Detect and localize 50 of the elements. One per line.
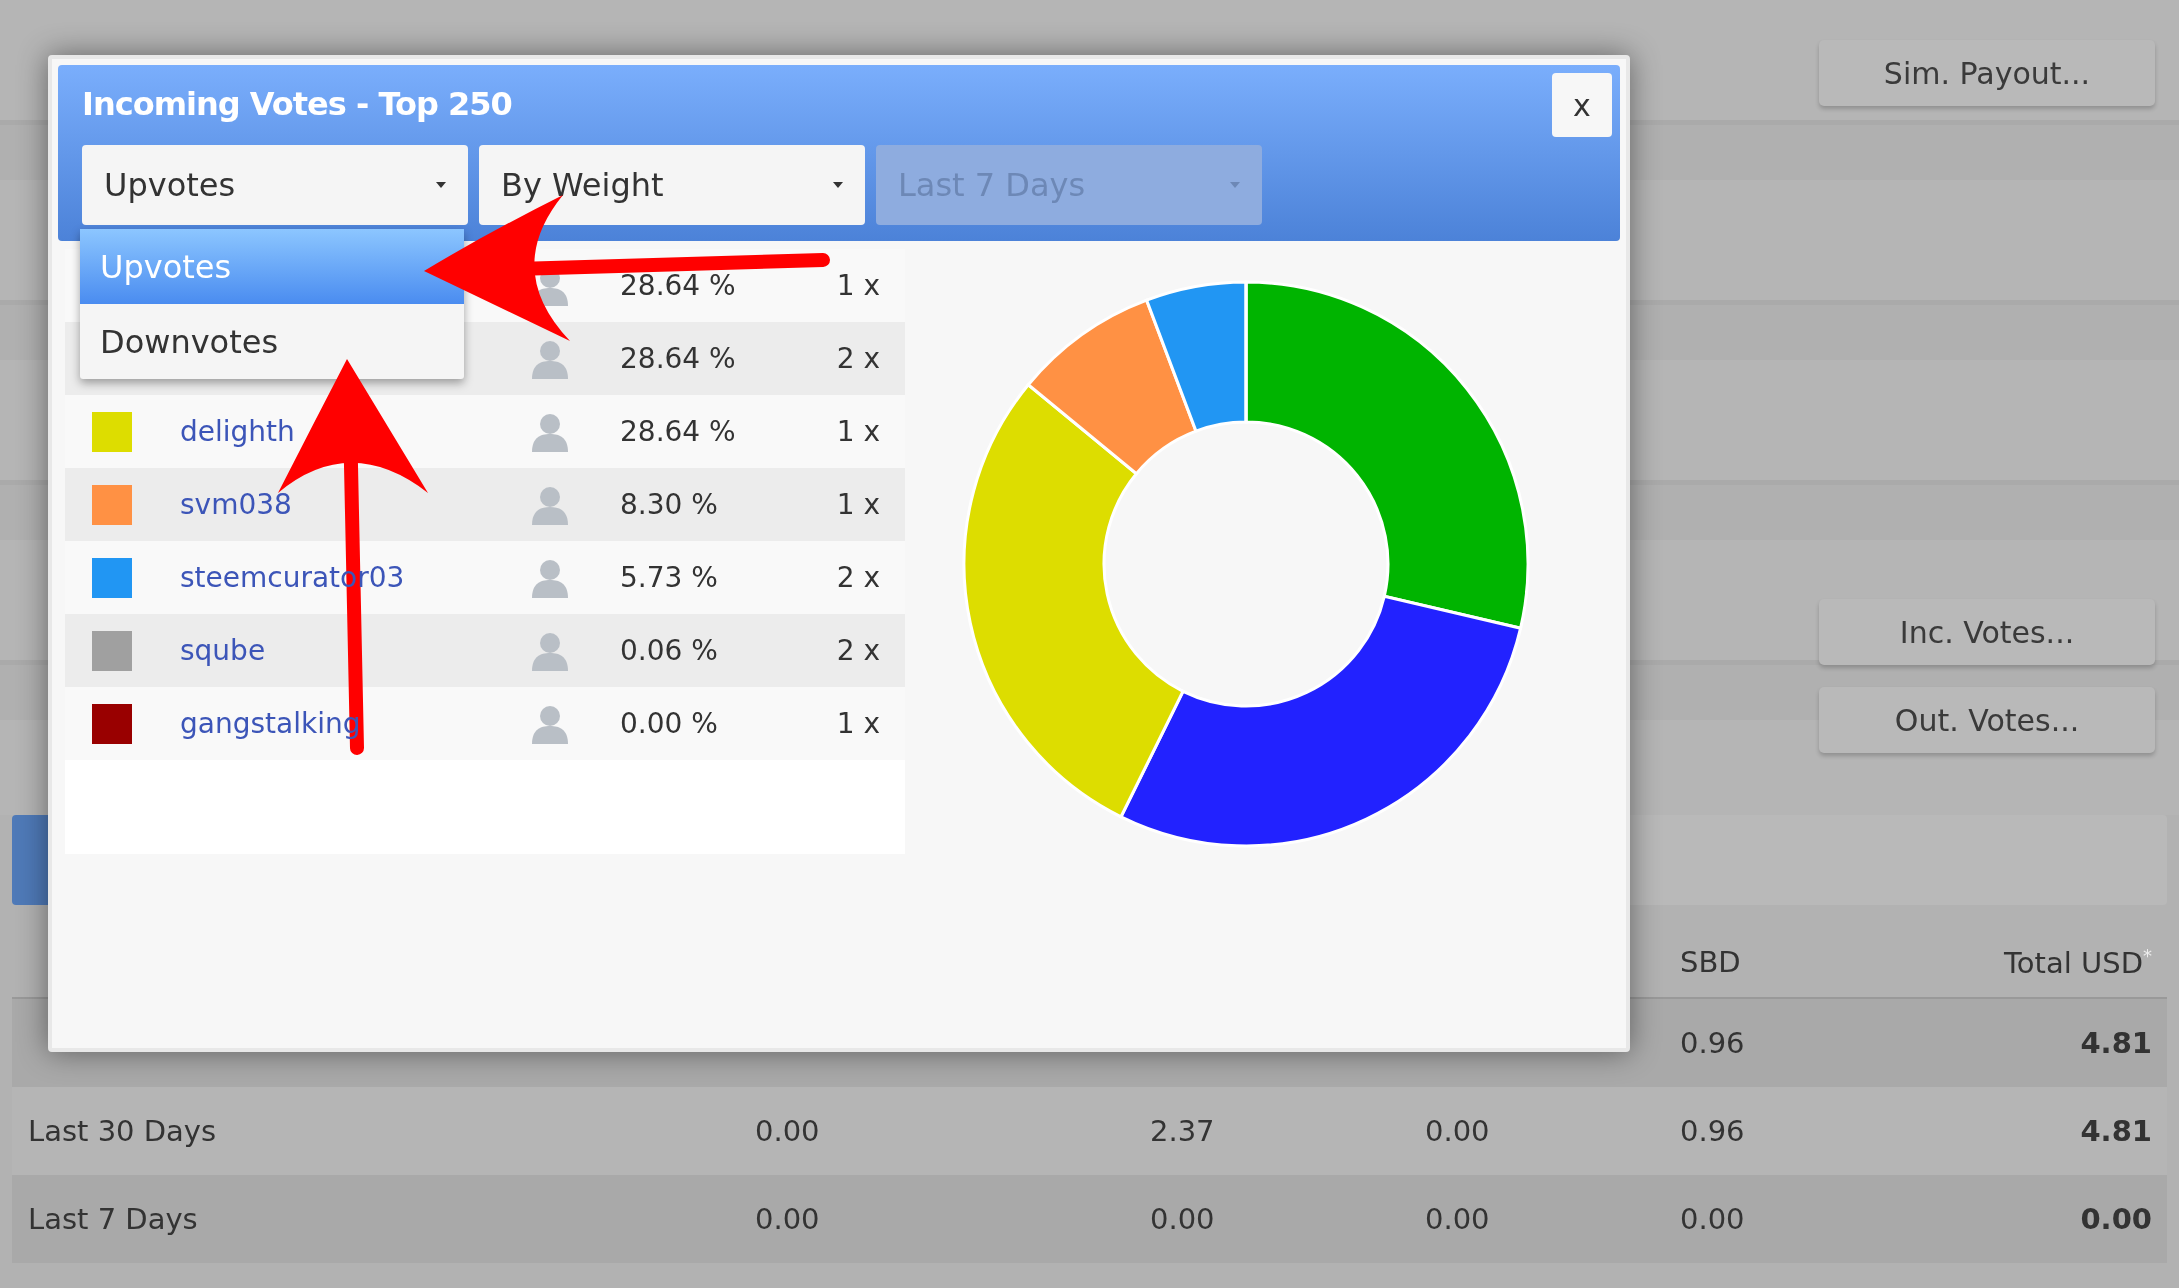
table-cell-text: 4.81: [2079, 1114, 2152, 1148]
close-button[interactable]: x: [1552, 73, 1612, 137]
vote-count: 1 x: [835, 488, 880, 521]
weight-percent: 28.64 %: [620, 342, 737, 375]
table-cell-text: 0.00: [1150, 1202, 1216, 1236]
user-icon: [530, 338, 570, 379]
column-header: SBD: [1680, 945, 1742, 979]
voter-link[interactable]: delighth: [180, 415, 295, 448]
weight-percent: 28.64 %: [620, 269, 737, 302]
vote-count: 1 x: [835, 269, 880, 302]
menu-item[interactable]: Downvotes: [80, 304, 464, 379]
table-cell-text: 0.00: [1425, 1114, 1491, 1148]
dialog-title: Incoming Votes - Top 250: [82, 85, 512, 123]
vote-count: 2 x: [835, 634, 880, 667]
vote-count: 2 x: [835, 342, 880, 375]
table-cell-text: 0.00: [1680, 1202, 1746, 1236]
voter-link[interactable]: sqube: [180, 634, 266, 667]
weight-percent: 0.06 %: [620, 634, 719, 667]
table-cell-text: 4.81: [2079, 1026, 2152, 1060]
vote-count: 2 x: [835, 561, 880, 594]
user-icon: [530, 557, 570, 598]
weight-percent: 0.00 %: [620, 707, 719, 740]
table-cell-text: 0.00: [755, 1202, 821, 1236]
user-icon: [530, 703, 570, 744]
dropdown[interactable]: Upvotes: [82, 145, 468, 225]
row-label: Last 7 Days: [28, 1202, 199, 1236]
table-cell-text: 0.96: [1680, 1114, 1746, 1148]
action-button[interactable]: Inc. Votes...: [1819, 599, 2155, 665]
table-cell-text: 2.37: [1150, 1114, 1216, 1148]
table-cell-text: 0.00: [2079, 1202, 2152, 1236]
user-icon: [530, 484, 570, 525]
vote-count: 1 x: [835, 707, 880, 740]
action-button[interactable]: Sim. Payout...: [1819, 40, 2155, 106]
user-icon: [530, 630, 570, 671]
user-icon: [530, 411, 570, 452]
row-label: Last 30 Days: [28, 1114, 218, 1148]
table-cell-text: 0.00: [1425, 1202, 1491, 1236]
caret-icon: [436, 182, 446, 188]
table-cell-text: 0.00: [755, 1114, 821, 1148]
weight-percent: 5.73 %: [620, 561, 719, 594]
caret-icon: [833, 182, 843, 188]
vote-count: 1 x: [835, 415, 880, 448]
table-cell-text: 0.96: [1680, 1026, 1746, 1060]
action-button[interactable]: Out. Votes...: [1819, 687, 2155, 753]
caret-icon: [1230, 182, 1240, 188]
dropdown[interactable]: By Weight: [479, 145, 865, 225]
voter-link[interactable]: svm038: [180, 488, 292, 521]
weight-percent: 8.30 %: [620, 488, 719, 521]
weight-percent: 28.64 %: [620, 415, 737, 448]
column-header: Total USD$^{*}$: [2003, 944, 2152, 980]
